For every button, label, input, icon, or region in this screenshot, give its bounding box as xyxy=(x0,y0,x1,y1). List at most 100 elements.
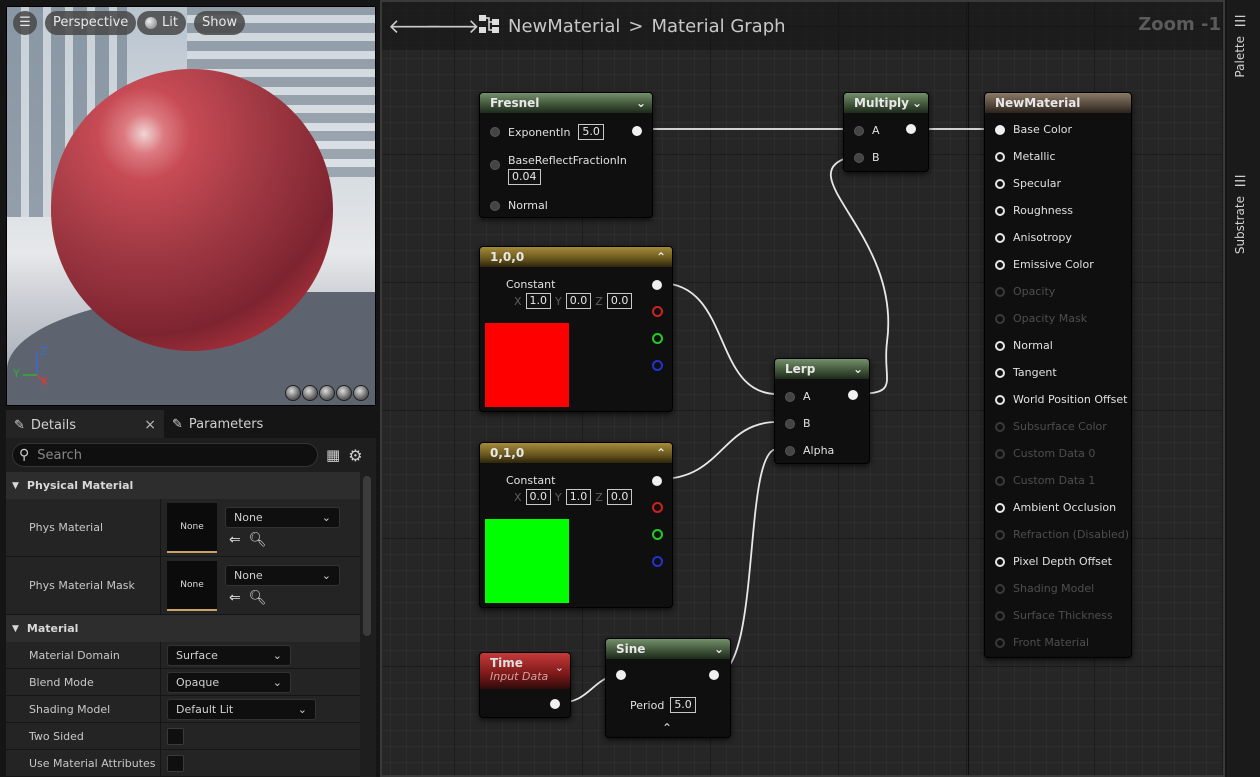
node-lerp[interactable]: Lerp ⌄ A B Alpha xyxy=(774,358,870,464)
close-icon[interactable]: × xyxy=(144,417,156,433)
input-pin-icon[interactable] xyxy=(616,670,626,680)
sphere-preview-icon[interactable] xyxy=(302,385,318,401)
pin-normal[interactable]: Normal xyxy=(490,199,548,212)
material-domain-combo[interactable]: Surface ⌄ xyxy=(167,644,291,666)
period-value[interactable]: 5.0 xyxy=(670,697,696,713)
result-pin[interactable]: Roughness xyxy=(995,204,1073,217)
z-value[interactable]: 0.0 xyxy=(606,489,633,505)
output-g-pin-icon[interactable] xyxy=(652,333,663,344)
pin-b[interactable]: B xyxy=(854,151,880,164)
category-physical-material[interactable]: ▼ Physical Material xyxy=(6,472,360,499)
pin-base-reflect-fraction[interactable]: BaseReflectFractionIn 0.04 xyxy=(490,154,627,185)
result-pin[interactable]: Emissive Color xyxy=(995,258,1094,271)
chevron-down-icon[interactable]: ⌄ xyxy=(714,642,724,656)
gear-icon[interactable]: ⚙ xyxy=(348,446,362,465)
cube-preview-icon[interactable] xyxy=(336,385,352,401)
tab-substrate[interactable]: ☰ Substrate xyxy=(1233,174,1247,254)
node-constant-green[interactable]: 0,1,0 ⌃ Constant X 0.0 Y 1.0 Z 0.0 xyxy=(479,442,673,608)
search-input[interactable]: ⚲ Search xyxy=(12,443,318,467)
output-b-pin-icon[interactable] xyxy=(652,556,663,567)
table-view-icon[interactable]: ▦ xyxy=(326,446,340,464)
chevron-up-icon[interactable]: ⌃ xyxy=(656,250,666,264)
node-time[interactable]: Time Input Data ⌄ xyxy=(479,652,571,718)
cylinder-preview-icon[interactable] xyxy=(285,385,301,401)
output-r-pin-icon[interactable] xyxy=(652,306,663,317)
y-value[interactable]: 1.0 xyxy=(565,489,592,505)
result-pin[interactable]: Subsurface Color xyxy=(995,420,1107,433)
show-button[interactable]: Show xyxy=(194,11,246,35)
result-pin[interactable]: Opacity Mask xyxy=(995,312,1087,325)
node-header[interactable]: Sine ⌄ xyxy=(606,639,730,659)
chevron-down-icon[interactable]: ⌄ xyxy=(636,96,646,110)
node-material-result[interactable]: NewMaterial Base Color Metallic Specular Ro… xyxy=(984,92,1132,658)
tab-parameters[interactable]: ✎ Parameters xyxy=(164,410,271,438)
teapot-preview-icon[interactable] xyxy=(353,385,369,401)
exponent-value[interactable]: 5.0 xyxy=(578,124,604,140)
result-pin[interactable]: Tangent xyxy=(995,366,1057,379)
output-rgb-pin-icon[interactable] xyxy=(652,280,662,290)
use-selected-icon[interactable]: ⇐ xyxy=(229,590,241,606)
chevron-up-icon[interactable]: ⌃ xyxy=(656,446,666,460)
node-sine[interactable]: Sine ⌄ Period 5.0 ⌃ xyxy=(605,638,731,738)
output-rgb-pin-icon[interactable] xyxy=(652,476,662,486)
result-pin[interactable]: Opacity xyxy=(995,285,1055,298)
tab-details[interactable]: ✎ Details × xyxy=(6,410,164,438)
asset-picker-combo[interactable]: None ⌄ xyxy=(225,565,340,586)
use-material-attributes-checkbox[interactable] xyxy=(167,754,184,772)
pin-b[interactable]: B xyxy=(785,417,811,430)
output-pin-icon[interactable] xyxy=(906,124,916,134)
node-header[interactable]: Multiply ⌄ xyxy=(844,93,928,113)
result-pin[interactable]: Ambient Occlusion xyxy=(995,501,1116,514)
output-g-pin-icon[interactable] xyxy=(652,529,663,540)
use-selected-icon[interactable]: ⇐ xyxy=(229,532,241,548)
result-pin[interactable]: Shading Model xyxy=(995,582,1094,595)
node-header[interactable]: NewMaterial xyxy=(985,93,1131,113)
result-pin[interactable]: Normal xyxy=(995,339,1053,352)
result-pin[interactable]: Front Material xyxy=(995,636,1089,649)
y-value[interactable]: 0.0 xyxy=(565,293,592,309)
node-header[interactable]: 1,0,0 ⌃ xyxy=(480,247,672,267)
result-pin[interactable]: Refraction (Disabled) xyxy=(995,528,1129,541)
result-pin[interactable]: Surface Thickness xyxy=(995,609,1113,622)
output-pin-icon[interactable] xyxy=(848,390,858,400)
result-pin[interactable]: World Position Offset xyxy=(995,393,1127,406)
details-scrollbar[interactable] xyxy=(363,476,371,636)
pin-a[interactable]: A xyxy=(854,124,880,137)
pin-a[interactable]: A xyxy=(785,390,811,403)
node-constant-red[interactable]: 1,0,0 ⌃ Constant X 1.0 Y 0.0 Z 0.0 xyxy=(479,246,673,412)
blend-mode-combo[interactable]: Opaque ⌄ xyxy=(167,671,291,693)
plane-preview-icon[interactable] xyxy=(319,385,335,401)
x-value[interactable]: 1.0 xyxy=(525,293,552,309)
node-header[interactable]: Fresnel ⌄ xyxy=(480,93,652,113)
pin-exponent-in[interactable]: ExponentIn 5.0 xyxy=(490,124,604,140)
material-graph-canvas[interactable]: 🡐 🡒 NewMaterial > Material Graph Zoom -1… xyxy=(380,0,1225,777)
result-pin[interactable]: Custom Data 0 xyxy=(995,447,1095,460)
two-sided-checkbox[interactable] xyxy=(167,727,184,745)
node-multiply[interactable]: Multiply ⌄ A B xyxy=(843,92,929,172)
result-pin[interactable]: Metallic xyxy=(995,150,1056,163)
base-reflect-value[interactable]: 0.04 xyxy=(508,169,541,185)
result-pin[interactable]: Base Color xyxy=(995,123,1072,136)
shading-model-combo[interactable]: Default Lit ⌄ xyxy=(167,698,316,720)
viewport-menu-button[interactable]: ☰ xyxy=(13,11,37,35)
x-value[interactable]: 0.0 xyxy=(525,489,552,505)
browse-icon[interactable]: 🔍︎ xyxy=(249,532,267,548)
output-b-pin-icon[interactable] xyxy=(652,360,663,371)
z-value[interactable]: 0.0 xyxy=(606,293,633,309)
asset-thumbnail[interactable]: None xyxy=(167,560,217,611)
chevron-down-icon[interactable]: ⌄ xyxy=(555,661,564,674)
preview-viewport[interactable]: ☰ Perspective Lit Show Z Y X xyxy=(6,6,376,406)
output-pin-icon[interactable] xyxy=(550,699,560,709)
category-material[interactable]: ▼ Material xyxy=(6,615,360,642)
output-pin-icon[interactable] xyxy=(709,670,719,680)
result-pin[interactable]: Pixel Depth Offset xyxy=(995,555,1112,568)
asset-thumbnail[interactable]: None xyxy=(167,502,217,553)
result-pin[interactable]: Custom Data 1 xyxy=(995,474,1095,487)
perspective-button[interactable]: Perspective xyxy=(45,11,137,35)
output-pin-icon[interactable] xyxy=(632,126,642,136)
pin-alpha[interactable]: Alpha xyxy=(785,444,834,457)
node-header[interactable]: 0,1,0 ⌃ xyxy=(480,443,672,463)
chevron-down-icon[interactable]: ⌄ xyxy=(912,96,922,110)
chevron-up-icon[interactable]: ⌃ xyxy=(662,721,672,735)
node-header[interactable]: Lerp ⌄ xyxy=(775,359,869,379)
